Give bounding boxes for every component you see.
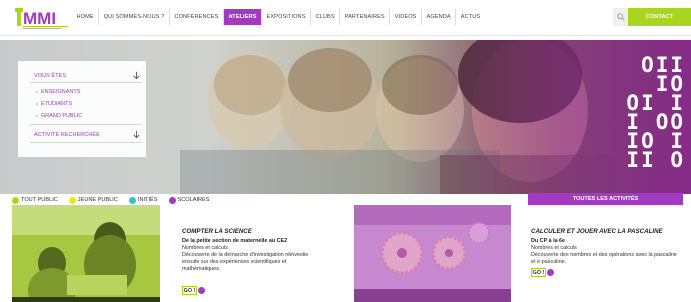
arrow-down-icon bbox=[133, 71, 140, 80]
purple-dot-icon bbox=[168, 196, 176, 204]
legend-jeune-public[interactable]: JEUNE PUBLIC bbox=[68, 196, 118, 204]
card-topic-pascaline: Nombres et calculs bbox=[531, 245, 577, 251]
activity-dropdown[interactable]: ACTIVITÉ RECHERCHÉE bbox=[18, 128, 146, 141]
audience-dropdown[interactable]: VOUS ÊTES bbox=[18, 69, 146, 82]
audience-option-etudiants[interactable]: ÉTUDIANTS bbox=[18, 99, 146, 109]
legend-scolaires[interactable]: SCOLAIRES bbox=[168, 196, 210, 204]
nav-agenda[interactable]: AGENDA bbox=[422, 9, 457, 25]
card-description-compter: Découverte de la démarche d'investigatio… bbox=[182, 252, 309, 272]
site-header: MMI HOME QUI SOMMES-NOUS ? CONFÉRENCES A… bbox=[0, 0, 691, 36]
logo-graphic: MMI bbox=[15, 8, 68, 29]
nav-videos[interactable]: VIDÉOS bbox=[390, 9, 422, 25]
divider bbox=[30, 82, 142, 83]
nav-ateliers[interactable]: ATELIERS bbox=[223, 9, 262, 25]
nav-clubs[interactable]: CLUBS bbox=[311, 9, 341, 25]
card-description-pascaline: Découverte des nombres et des opérations… bbox=[531, 252, 677, 265]
legend-tout-public[interactable]: TOUT PUBLIC bbox=[12, 196, 58, 204]
audience-legend: TOUT PUBLIC JEUNE PUBLIC INITIÉS SCOLAIR… bbox=[12, 195, 221, 205]
cyan-dot-icon bbox=[128, 196, 136, 204]
nav-partenaires[interactable]: PARTENAIRES bbox=[340, 9, 391, 25]
all-activities-button[interactable]: TOUTES LES ACTIVITÉS bbox=[528, 193, 683, 205]
go-button-compter[interactable]: GO ! bbox=[182, 286, 197, 295]
classroom-photo bbox=[12, 205, 160, 302]
scolaires-dot-icon bbox=[547, 269, 554, 276]
legend-inities[interactable]: INITIÉS bbox=[128, 196, 158, 204]
bullet-icon bbox=[36, 115, 38, 117]
audience-option-grand-public[interactable]: GRAND PUBLIC bbox=[18, 111, 146, 121]
search-button[interactable] bbox=[613, 8, 628, 26]
card-image-compter[interactable] bbox=[12, 205, 160, 302]
card-title-pascaline[interactable]: CALCULER ET JOUER AVEC LA PASCALINE bbox=[531, 228, 663, 235]
activity-filter-panel: VOUS ÊTES ENSEIGNANTS ÉTUDIANTS GRAND PU… bbox=[18, 61, 146, 157]
nav-expositions[interactable]: EXPOSITIONS bbox=[262, 9, 312, 25]
main-nav: HOME QUI SOMMES-NOUS ? CONFÉRENCES ATELI… bbox=[72, 9, 485, 25]
contact-button[interactable]: CONTACT bbox=[628, 8, 691, 26]
site-logo[interactable]: MMI bbox=[12, 5, 72, 32]
bullet-icon bbox=[36, 103, 38, 105]
go-button-pascaline[interactable]: GO ! bbox=[531, 268, 546, 277]
card-level-pascaline: Du CP à la 6e bbox=[531, 238, 566, 244]
card-image-pascaline[interactable] bbox=[354, 205, 511, 302]
audience-option-enseignants[interactable]: ENSEIGNANTS bbox=[18, 87, 146, 97]
card-topic-compter: Nombres et calculs bbox=[182, 245, 228, 251]
binary-decoration: OII IO OI I I OO IO I II O bbox=[626, 53, 685, 172]
divider bbox=[30, 142, 142, 143]
green-dot-icon bbox=[12, 196, 19, 204]
audience-label: VOUS ÊTES bbox=[34, 72, 67, 79]
scolaires-dot-icon bbox=[198, 287, 205, 294]
nav-about[interactable]: QUI SOMMES-NOUS ? bbox=[99, 9, 170, 25]
pascaline-photo bbox=[354, 205, 511, 302]
arrow-down-icon bbox=[133, 130, 140, 139]
svg-text:MMI: MMI bbox=[23, 9, 56, 28]
bullet-icon bbox=[36, 91, 38, 93]
activity-label: ACTIVITÉ RECHERCHÉE bbox=[34, 131, 100, 138]
nav-actus[interactable]: ACTUS bbox=[456, 9, 484, 25]
card-level-compter: De la petite section de maternelle au CE… bbox=[182, 238, 288, 244]
yellow-dot-icon bbox=[68, 196, 76, 204]
nav-home[interactable]: HOME bbox=[72, 9, 100, 25]
nav-conferences[interactable]: CONFÉRENCES bbox=[170, 9, 224, 25]
divider bbox=[30, 124, 142, 125]
search-icon bbox=[616, 13, 625, 21]
card-title-compter[interactable]: COMPTER LA SCIENCE bbox=[182, 228, 252, 235]
